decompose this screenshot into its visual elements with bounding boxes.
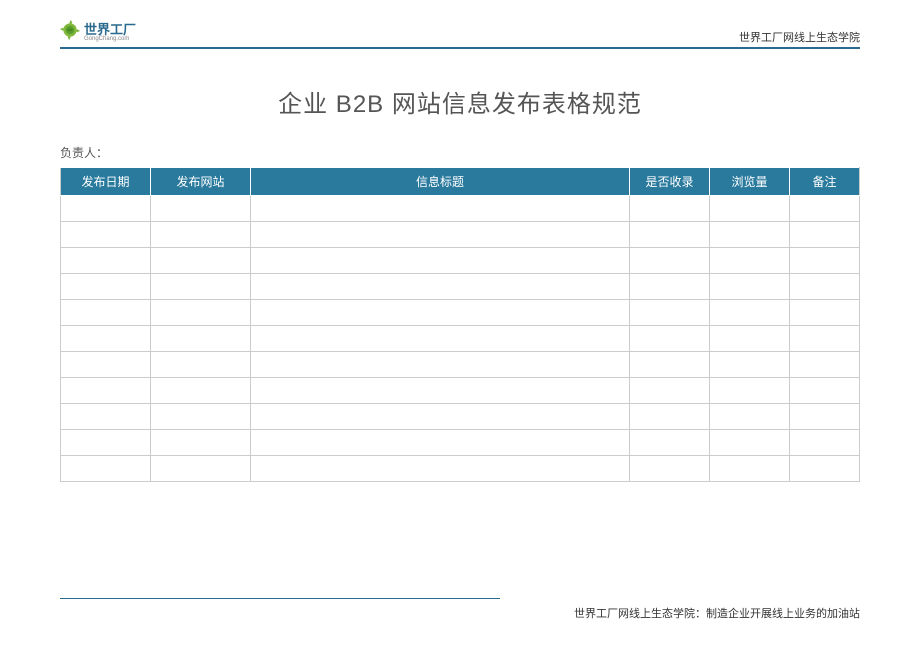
logo: 世界工厂 GongChang.com (60, 20, 136, 45)
footer-text: 世界工厂网线上生态学院：制造企业开展线上业务的加油站 (60, 605, 860, 621)
table-row (61, 404, 860, 430)
table-cell (61, 196, 151, 222)
table-cell (151, 404, 251, 430)
table-cell (790, 300, 860, 326)
table-cell (151, 274, 251, 300)
table-row (61, 352, 860, 378)
table-cell (710, 274, 790, 300)
table-cell (710, 196, 790, 222)
table-cell (710, 300, 790, 326)
table-header-row: 发布日期 发布网站 信息标题 是否收录 浏览量 备注 (61, 168, 860, 196)
header-right-text: 世界工厂网线上生态学院 (739, 29, 860, 45)
table-cell (790, 222, 860, 248)
table-cell (790, 326, 860, 352)
table-cell (630, 326, 710, 352)
table-cell (710, 378, 790, 404)
table-cell (710, 456, 790, 482)
table-cell (630, 222, 710, 248)
table-cell (251, 404, 630, 430)
table-cell (251, 222, 630, 248)
table-cell (710, 404, 790, 430)
table-cell (630, 404, 710, 430)
page-title: 企业 B2B 网站信息发布表格规范 (60, 84, 860, 119)
col-header-site: 发布网站 (151, 168, 251, 196)
gear-globe-icon (60, 20, 80, 45)
table-cell (790, 352, 860, 378)
table-cell (251, 378, 630, 404)
table-cell (251, 300, 630, 326)
table-cell (710, 352, 790, 378)
table-cell (710, 222, 790, 248)
table-cell (61, 326, 151, 352)
table-cell (790, 430, 860, 456)
table-cell (710, 248, 790, 274)
col-header-notes: 备注 (790, 168, 860, 196)
table-cell (151, 196, 251, 222)
table-row (61, 378, 860, 404)
table-cell (151, 430, 251, 456)
table-row (61, 274, 860, 300)
table-row (61, 326, 860, 352)
footer: 世界工厂网线上生态学院：制造企业开展线上业务的加油站 (60, 598, 860, 621)
table-cell (630, 378, 710, 404)
table-cell (630, 274, 710, 300)
table-cell (251, 352, 630, 378)
col-header-indexed: 是否收录 (630, 168, 710, 196)
table-cell (151, 326, 251, 352)
table-cell (790, 378, 860, 404)
table-row (61, 222, 860, 248)
table-cell (61, 352, 151, 378)
table-cell (61, 430, 151, 456)
table-cell (251, 456, 630, 482)
table-cell (630, 430, 710, 456)
logo-text-main: 世界工厂 (84, 23, 136, 36)
table-cell (630, 352, 710, 378)
table-cell (61, 248, 151, 274)
table-row (61, 430, 860, 456)
table-cell (630, 248, 710, 274)
table-cell (61, 300, 151, 326)
table-cell (251, 274, 630, 300)
table-row (61, 300, 860, 326)
table-cell (710, 430, 790, 456)
responsible-label: 负责人： (60, 144, 860, 161)
logo-text-sub: GongChang.com (84, 36, 136, 42)
table-cell (790, 404, 860, 430)
table-row (61, 196, 860, 222)
table-cell (61, 222, 151, 248)
info-table: 发布日期 发布网站 信息标题 是否收录 浏览量 备注 (60, 167, 860, 482)
table-cell (790, 248, 860, 274)
table-cell (790, 274, 860, 300)
table-cell (251, 248, 630, 274)
col-header-date: 发布日期 (61, 168, 151, 196)
table-cell (710, 326, 790, 352)
table-cell (630, 456, 710, 482)
table-cell (151, 378, 251, 404)
table-cell (61, 378, 151, 404)
table-cell (630, 300, 710, 326)
table-cell (251, 326, 630, 352)
table-cell (251, 196, 630, 222)
col-header-views: 浏览量 (710, 168, 790, 196)
table-cell (151, 222, 251, 248)
table-cell (151, 248, 251, 274)
footer-divider (60, 598, 500, 599)
table-cell (790, 196, 860, 222)
table-cell (151, 352, 251, 378)
table-cell (630, 196, 710, 222)
table-cell (151, 456, 251, 482)
table-cell (790, 456, 860, 482)
header: 世界工厂 GongChang.com 世界工厂网线上生态学院 (60, 20, 860, 49)
col-header-title: 信息标题 (251, 168, 630, 196)
table-cell (61, 274, 151, 300)
table-cell (61, 456, 151, 482)
table-row (61, 456, 860, 482)
table-cell (251, 430, 630, 456)
table-cell (151, 300, 251, 326)
table-row (61, 248, 860, 274)
table-cell (61, 404, 151, 430)
